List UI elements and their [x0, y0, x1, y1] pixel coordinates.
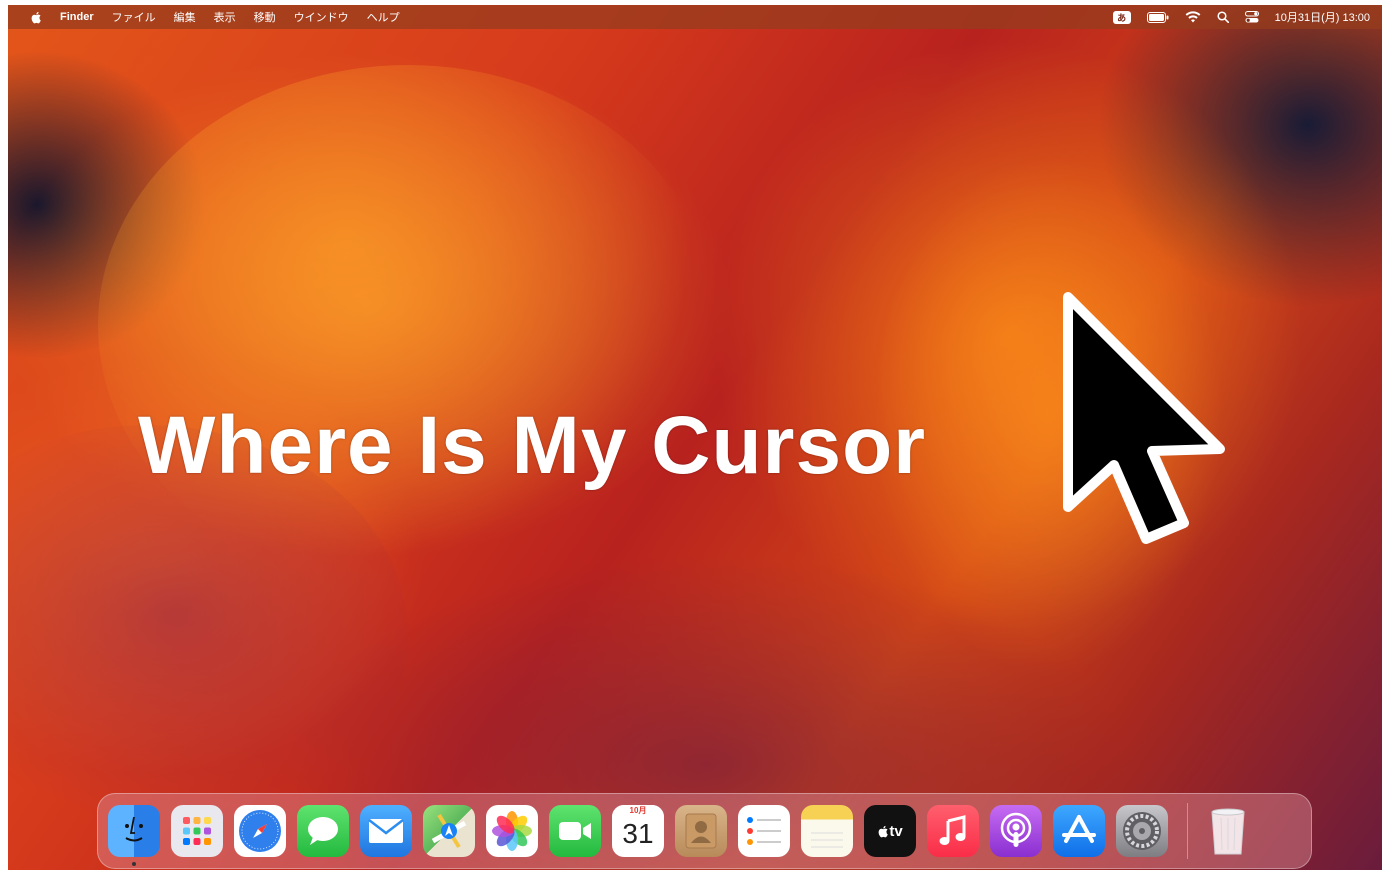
dock-messages-icon[interactable] — [297, 805, 349, 857]
dock-reminders-icon[interactable] — [738, 805, 790, 857]
apple-logo-icon[interactable] — [30, 11, 42, 24]
apple-logo-icon — [878, 825, 889, 837]
input-method-icon[interactable]: あ — [1112, 10, 1131, 24]
dock-notes-icon[interactable] — [801, 805, 853, 857]
mouse-pointer-icon — [1063, 292, 1225, 544]
dock-photos-icon[interactable] — [486, 805, 538, 857]
calendar-day: 31 — [622, 818, 654, 849]
menu-app-name[interactable]: Finder — [60, 11, 94, 23]
dock-launchpad-icon[interactable] — [171, 805, 223, 857]
dock-maps-icon[interactable] — [423, 805, 475, 857]
menu-file[interactable]: ファイル — [112, 9, 156, 25]
menu-bar: Finder ファイル 編集 表示 移動 ウインドウ ヘルプ あ 10月31日(… — [8, 5, 1382, 29]
dock-finder-icon[interactable] — [108, 805, 160, 866]
running-indicator — [132, 862, 136, 866]
menu-help[interactable]: ヘルプ — [367, 9, 400, 25]
wallpaper-shape — [98, 65, 718, 585]
menu-window[interactable]: ウインドウ — [294, 9, 349, 25]
dock-facetime-icon[interactable] — [549, 805, 601, 857]
dock-separator — [1187, 803, 1188, 859]
dock-contacts-icon[interactable] — [675, 805, 727, 857]
tv-label: tv — [889, 822, 903, 840]
menu-edit[interactable]: 編集 — [174, 9, 196, 25]
dock: 10月 31 tv — [97, 793, 1312, 869]
dock-app-store-icon[interactable] — [1053, 805, 1105, 857]
dock-calendar-icon[interactable]: 10月 31 — [612, 805, 664, 857]
desktop[interactable]: Finder ファイル 編集 表示 移動 ウインドウ ヘルプ あ 10月31日(… — [8, 5, 1382, 870]
battery-icon[interactable] — [1146, 11, 1169, 23]
dock-podcasts-icon[interactable] — [990, 805, 1042, 857]
spotlight-search-icon[interactable] — [1217, 11, 1229, 23]
wifi-icon[interactable] — [1185, 11, 1201, 23]
control-center-icon[interactable] — [1244, 11, 1259, 23]
menu-go[interactable]: 移動 — [254, 9, 276, 25]
dock-music-icon[interactable] — [927, 805, 979, 857]
dock-trash-icon[interactable] — [1202, 805, 1254, 857]
dock-system-preferences-icon[interactable] — [1116, 805, 1168, 857]
headline-text: Where Is My Cursor — [138, 400, 927, 491]
dock-apple-tv-icon[interactable]: tv — [864, 805, 916, 857]
dock-mail-icon[interactable] — [360, 805, 412, 857]
menu-clock[interactable]: 10月31日(月) 13:00 — [1275, 9, 1370, 25]
dock-safari-icon[interactable] — [234, 805, 286, 857]
calendar-month: 10月 — [612, 805, 664, 817]
menu-view[interactable]: 表示 — [214, 9, 236, 25]
